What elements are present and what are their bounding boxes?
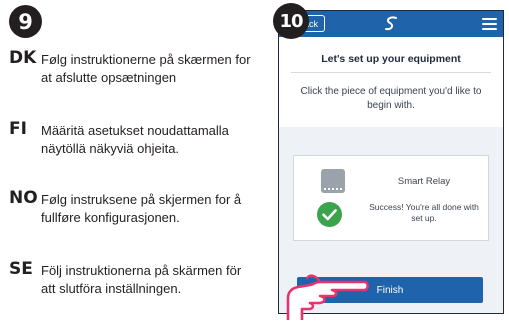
language-code: FI — [9, 119, 27, 139]
page-title: Let's set up your equipment — [321, 53, 461, 65]
page-subtitle: Click the piece of equipment you'd like … — [300, 86, 482, 111]
language-code: SE — [9, 259, 33, 279]
smart-relay-icon — [321, 169, 345, 193]
instruction-text: Määritä asetukset noudattamalla näytöllä… — [41, 123, 229, 156]
step-number-9: 9 — [9, 5, 42, 38]
language-code: DK — [9, 48, 37, 68]
app-header: Back — [279, 11, 503, 37]
instruction-text: Följ instruktionerna på skärmen för att … — [41, 263, 242, 296]
language-code: NO — [9, 188, 38, 208]
logo-icon — [385, 16, 397, 31]
check-icon — [317, 202, 342, 227]
equipment-name: Smart Relay — [397, 176, 451, 187]
instruction-text: Følg instruksene på skjermen for å fullf… — [41, 192, 242, 225]
instruction-text: Følg instruktionerne på skærmen for at a… — [41, 52, 251, 85]
setup-header-panel: Let's set up your equipment Click the pi… — [279, 37, 503, 127]
menu-icon[interactable] — [482, 18, 497, 30]
equipment-card-smart-relay[interactable]: Smart Relay Success! You're all done wit… — [293, 155, 489, 241]
status-message: Success! You're all done with set up. — [369, 202, 479, 223]
step-number-10: 10 — [273, 3, 309, 39]
pointing-hand-icon — [286, 274, 370, 320]
divider — [291, 72, 491, 73]
